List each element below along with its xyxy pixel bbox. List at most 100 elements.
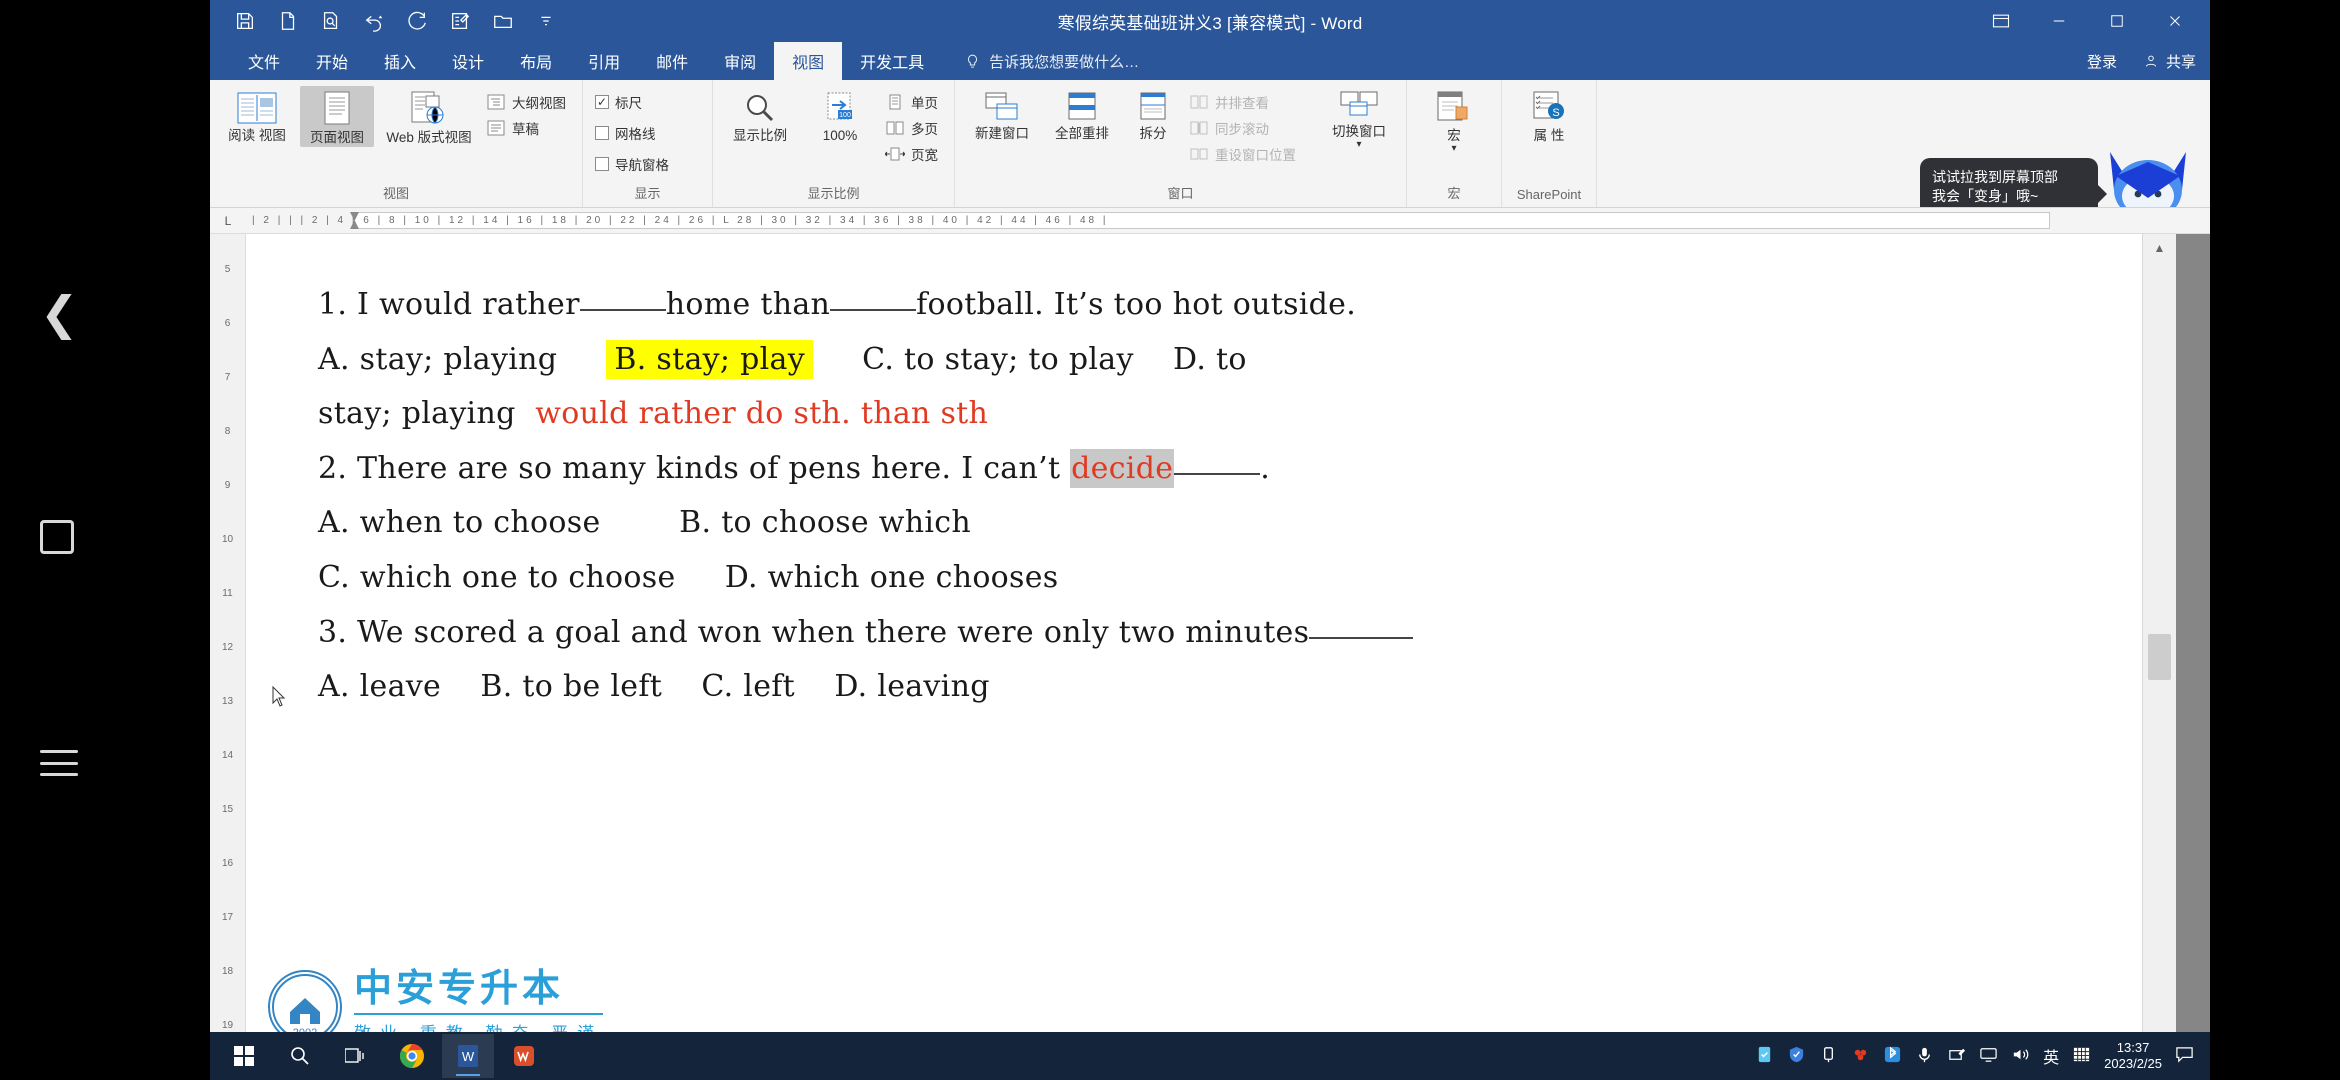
mascot-icon[interactable] (2100, 146, 2196, 207)
clock[interactable]: 13:37 2023/2/25 (2104, 1040, 2162, 1071)
sharepoint-properties-button[interactable]: S 属 性 (1512, 86, 1586, 145)
print-preview-icon[interactable] (318, 8, 344, 34)
chevron-down-icon[interactable]: ▾ (1451, 144, 1456, 154)
open-icon[interactable] (490, 8, 516, 34)
close-icon[interactable] (2146, 0, 2204, 42)
q1-option-b-highlighted[interactable]: B. stay; play (606, 339, 813, 379)
share-button[interactable]: 共享 (2143, 51, 2196, 72)
new-window-button[interactable]: 新建窗口 (965, 86, 1039, 143)
soft-keyboard-icon[interactable] (2072, 1045, 2091, 1067)
usb-safe-icon[interactable] (1755, 1045, 1774, 1067)
minimize-icon[interactable] (2030, 0, 2088, 42)
start-icon[interactable] (218, 1034, 270, 1078)
reset-window-position-label: 重设窗口位置 (1215, 148, 1296, 163)
web-layout-button[interactable]: Web 版式视图 (380, 86, 478, 147)
new-icon[interactable] (275, 8, 301, 34)
tell-me-search[interactable]: 告诉我您想要做什么… (942, 42, 1139, 80)
edit-icon[interactable] (447, 8, 473, 34)
synchronous-scrolling-button[interactable]: 同步滚动 (1187, 116, 1302, 140)
arrange-all-button[interactable]: 全部重排 (1045, 86, 1119, 143)
document-text[interactable]: 1. I would rather home than football. It’s… (246, 234, 2176, 715)
read-mode-button[interactable]: 阅读 视图 (220, 86, 294, 145)
zoom-100-button[interactable]: 100 100% (803, 86, 877, 145)
home-icon[interactable] (40, 520, 74, 554)
tab-design[interactable]: 设计 (434, 42, 502, 80)
macros-button[interactable]: 宏 ▾ (1417, 86, 1491, 154)
blank-field[interactable] (1174, 472, 1261, 475)
vruler-tick: 15 (221, 804, 234, 815)
tab-file[interactable]: 文件 (230, 42, 298, 80)
ruler-strip[interactable]: | 2 | | | 2 | 4 | 6 | 8 | 10 | 12 | 14 |… (246, 212, 2162, 229)
scroll-down-icon[interactable]: ▼ (2143, 1022, 2176, 1032)
vertical-scrollbar[interactable]: ▲ ▼ (2142, 234, 2176, 1032)
one-page-icon (885, 93, 905, 111)
print-layout-button[interactable]: 页面视图 (300, 86, 374, 148)
q1-option-cd: C. to stay; to play D. to (813, 341, 1247, 377)
blank-field[interactable] (830, 309, 917, 311)
redo-icon[interactable] (404, 8, 430, 34)
vruler-tick: 11 (222, 588, 233, 599)
q3-text: 3. We scored a goal and won when there w… (318, 614, 1310, 650)
usb-icon[interactable] (1819, 1045, 1838, 1067)
more-icon[interactable] (533, 8, 559, 34)
save-icon[interactable] (232, 8, 258, 34)
page-width-button[interactable]: 页宽 (883, 142, 944, 166)
scroll-up-icon[interactable]: ▲ (2143, 234, 2176, 262)
network-monitor-icon[interactable] (1851, 1045, 1870, 1067)
gridlines-checkbox[interactable]: 网格线 (593, 121, 675, 145)
restore-icon[interactable] (2088, 0, 2146, 42)
selected-word-decide[interactable]: decide (1070, 448, 1175, 488)
microphone-icon[interactable] (1915, 1045, 1934, 1067)
word-icon[interactable]: W (442, 1034, 494, 1078)
display-icon[interactable] (1979, 1045, 1998, 1067)
document-page[interactable]: 1. I would rather home than football. It’s… (246, 234, 2176, 1032)
tab-review[interactable]: 审阅 (706, 42, 774, 80)
pen-input-icon[interactable] (1947, 1045, 1966, 1067)
blank-field[interactable] (579, 309, 666, 311)
tab-home[interactable]: 开始 (298, 42, 366, 80)
tab-developer[interactable]: 开发工具 (842, 42, 942, 80)
outline-view-button[interactable]: 大纲视图 (484, 90, 572, 114)
draft-view-button[interactable]: 草稿 (484, 116, 572, 140)
bluetooth-icon[interactable] (1883, 1045, 1902, 1067)
chevron-down-icon[interactable]: ▾ (1356, 140, 1361, 150)
shield-icon[interactable] (1787, 1045, 1806, 1067)
tab-references[interactable]: 引用 (570, 42, 638, 80)
tab-mailings[interactable]: 邮件 (638, 42, 706, 80)
wps-icon[interactable] (498, 1034, 550, 1078)
ribbon-group-macros: 宏 ▾ 宏 (1407, 80, 1502, 207)
horizontal-ruler[interactable]: L | 2 | | | 2 | 4 | 6 | 8 | 10 | 12 | 14… (210, 208, 2210, 234)
switch-windows-button[interactable]: 切换窗口 ▾ (1322, 86, 1396, 150)
chrome-icon[interactable] (386, 1034, 438, 1078)
view-side-by-side-button[interactable]: 并排查看 (1187, 90, 1302, 114)
notification-icon[interactable] (2175, 1045, 2194, 1067)
scrollbar-thumb[interactable] (2148, 634, 2171, 680)
menu-icon[interactable] (40, 750, 78, 776)
blank-field[interactable] (1309, 636, 1414, 639)
back-icon[interactable]: ❮ (40, 290, 79, 336)
tab-view[interactable]: 视图 (774, 42, 843, 80)
task-view-icon[interactable] (330, 1034, 382, 1078)
zoom-button[interactable]: 显示比例 (723, 86, 797, 145)
web-layout-label: Web 版式视图 (386, 130, 472, 145)
ruler-checkbox[interactable]: 标尺 (593, 90, 675, 114)
navigation-pane-checkbox[interactable]: 导航窗格 (593, 152, 675, 176)
gridlines-label: 网格线 (615, 127, 656, 142)
tab-selector-icon[interactable]: L (210, 214, 246, 228)
ribbon-display-icon[interactable] (1972, 0, 2030, 42)
sign-in-button[interactable]: 登录 (2087, 51, 2117, 72)
synchronous-scrolling-icon (1189, 119, 1209, 137)
page-width-icon (885, 145, 905, 163)
volume-icon[interactable] (2011, 1045, 2030, 1067)
one-page-button[interactable]: 单页 (883, 90, 944, 114)
reset-window-position-button[interactable]: 重设窗口位置 (1187, 142, 1302, 166)
undo-icon[interactable] (361, 8, 387, 34)
tab-layout[interactable]: 布局 (502, 42, 570, 80)
split-button[interactable]: 拆分 (1125, 86, 1181, 143)
ribbon-group-window-title: 窗口 (1167, 186, 1194, 201)
search-icon[interactable] (274, 1034, 326, 1078)
ribbon-group-sharepoint-title: SharePoint (1516, 187, 1582, 202)
ime-indicator[interactable]: 英 (2043, 1044, 2059, 1068)
tab-insert[interactable]: 插入 (366, 42, 434, 80)
multiple-pages-button[interactable]: 多页 (883, 116, 944, 140)
